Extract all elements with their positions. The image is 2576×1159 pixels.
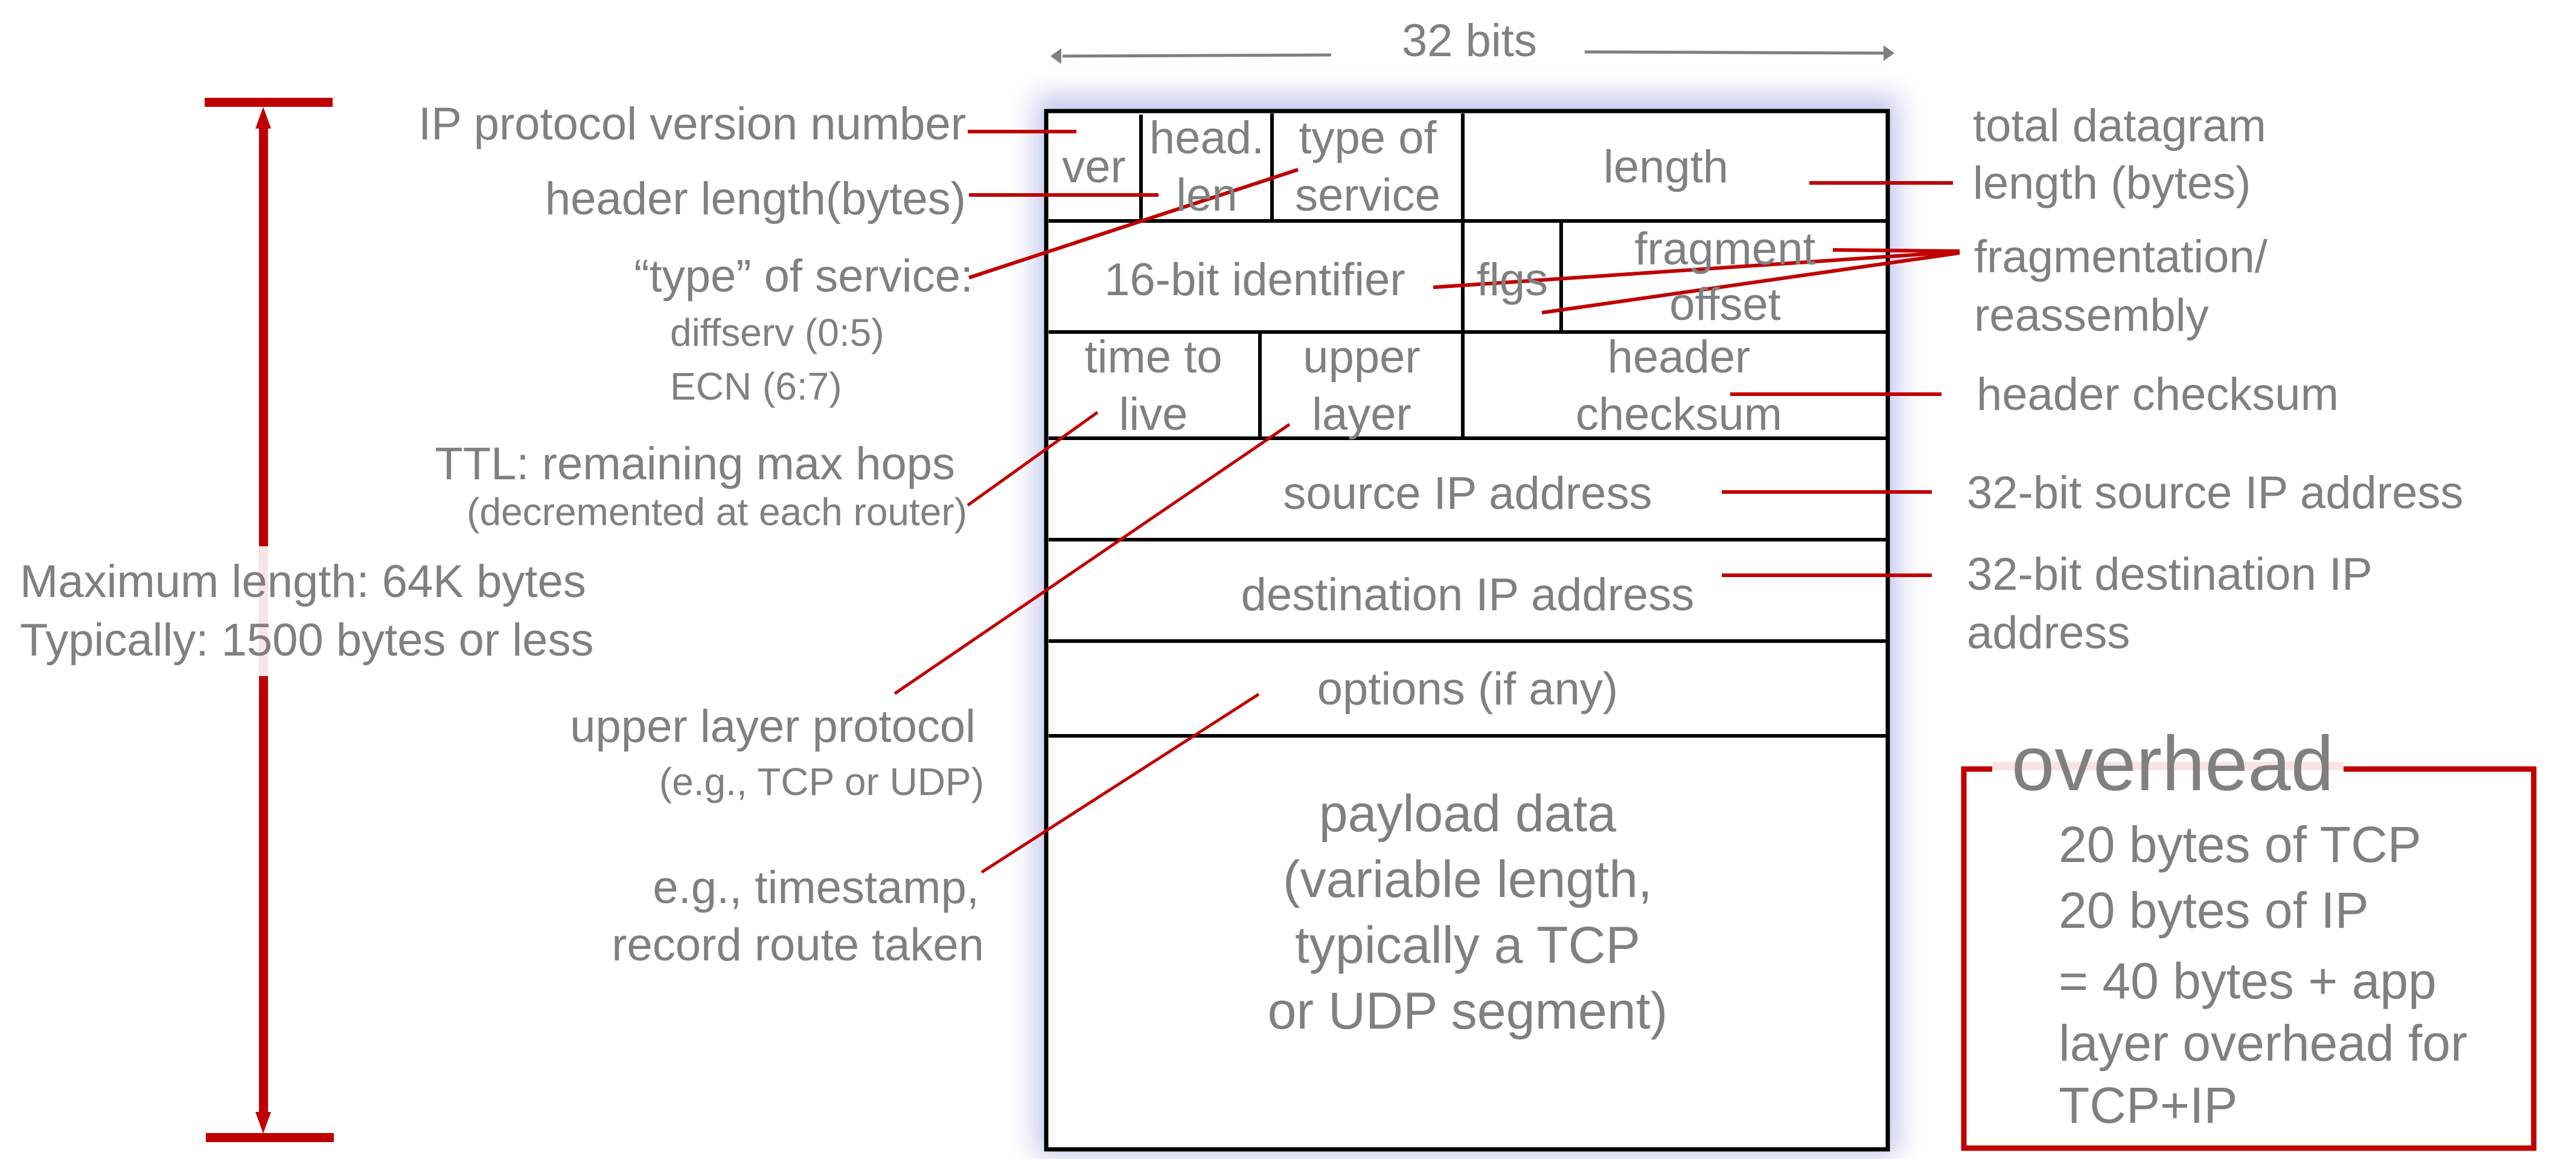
field-upper-layer: upper layer: [1262, 331, 1462, 440]
overhead-line: TCP+IP: [2059, 1077, 2238, 1134]
field-header-length-line2: len: [1176, 170, 1238, 221]
label-ttl-sub: (decremented at each router): [467, 490, 967, 534]
label-source: 32-bit source IP address: [1967, 467, 2464, 519]
overhead-title: overhead: [2012, 721, 2334, 807]
field-identifier: 16-bit identifier: [1048, 223, 1462, 331]
field-checksum: header checksum: [1465, 331, 1887, 440]
overhead-line: = 40 bytes + app: [2059, 953, 2437, 1009]
payload-line: or UDP segment): [1267, 982, 1668, 1041]
field-flags-label: flgs: [1476, 254, 1548, 305]
length-bar-down-arrowhead: [255, 1112, 271, 1134]
field-tos: type of service: [1274, 112, 1462, 221]
field-tos-line1: type of: [1299, 112, 1437, 164]
label-total-length-line2: length (bytes): [1973, 158, 2251, 209]
field-options: options (if any): [1048, 643, 1887, 735]
length-bar-up-arrowhead: [255, 107, 271, 129]
length-bar-bottom-cap: [206, 1133, 334, 1142]
overhead-line: 20 bytes of IP: [2059, 882, 2369, 939]
width-arrow-left-head: [1050, 48, 1061, 64]
max-length-line1: Maximum length: 64K bytes: [20, 556, 586, 607]
label-checksum: header checksum: [1977, 369, 2339, 420]
max-length-line2: Typically: 1500 bytes or less: [20, 615, 594, 666]
length-bar-upper-stem: [259, 127, 268, 546]
width-arrow-left: [1062, 53, 1332, 58]
field-checksum-line2: checksum: [1575, 388, 1783, 440]
field-length: length: [1465, 113, 1887, 220]
field-destination-ip: destination IP address: [1048, 541, 1887, 640]
payload-line: (variable length,: [1283, 850, 1652, 908]
label-ttl-title: TTL: remaining max hops: [435, 438, 955, 490]
field-header-length: head. len: [1143, 112, 1271, 221]
label-options-line1: e.g., timestamp,: [653, 862, 979, 913]
label-tos-ecn: ECN (6:7): [670, 365, 842, 408]
label-destination-line2: address: [1967, 607, 2130, 659]
overhead-line: layer overhead for: [2059, 1015, 2468, 1071]
field-source-ip: source IP address: [1048, 440, 1887, 538]
label-header-length: header length(bytes): [545, 173, 966, 225]
field-upper-layer-line1: upper: [1303, 331, 1421, 383]
width-label: 32 bits: [1402, 15, 1537, 66]
field-options-label: options (if any): [1317, 663, 1619, 715]
length-bar-lower-stem: [259, 676, 268, 1114]
field-fragment-offset-line2: offset: [1669, 278, 1781, 330]
label-total-length-line1: total datagram: [1973, 100, 2266, 152]
field-ttl-line2: live: [1119, 388, 1188, 440]
label-tos-diffserv: diffserv (0:5): [670, 311, 884, 354]
field-version-label: ver: [1062, 141, 1126, 193]
field-ttl-line1: time to: [1084, 331, 1222, 383]
field-version: ver: [1048, 113, 1140, 220]
length-bar-top-cap: [205, 98, 333, 107]
payload-line: payload data: [1318, 784, 1617, 843]
label-upper-sub: (e.g., TCP or UDP): [659, 760, 984, 803]
width-arrow-right: [1584, 50, 1884, 55]
field-payload: payload data (variable length, typically…: [1048, 738, 1887, 1148]
width-arrow-right-head: [1884, 45, 1894, 61]
field-tos-line2: service: [1295, 170, 1440, 221]
field-identifier-label: 16-bit identifier: [1104, 254, 1405, 305]
label-upper-title: upper layer protocol: [570, 701, 976, 752]
field-fragment-offset-line1: fragment: [1634, 223, 1816, 275]
overhead-line: 20 bytes of TCP: [2059, 816, 2421, 873]
field-flags: flgs: [1465, 223, 1560, 331]
label-options-line2: record route taken: [612, 919, 984, 971]
field-source-ip-label: source IP address: [1283, 468, 1652, 519]
label-frag-line1: fragmentation/: [1974, 231, 2268, 283]
field-destination-ip-label: destination IP address: [1241, 569, 1695, 621]
payload-line: typically a TCP: [1295, 916, 1640, 974]
label-tos-title: “type” of service:: [634, 251, 973, 302]
field-ttl: time to live: [1048, 331, 1259, 440]
field-checksum-line1: header: [1607, 331, 1751, 383]
label-frag-line2: reassembly: [1974, 290, 2209, 341]
field-length-label: length: [1603, 141, 1729, 193]
label-destination-line1: 32-bit destination IP: [1967, 549, 2373, 600]
field-header-length-line1: head.: [1149, 112, 1265, 164]
label-version: IP protocol version number: [418, 98, 966, 150]
field-fragment-offset: fragment offset: [1563, 223, 1887, 331]
field-upper-layer-line2: layer: [1312, 388, 1411, 440]
